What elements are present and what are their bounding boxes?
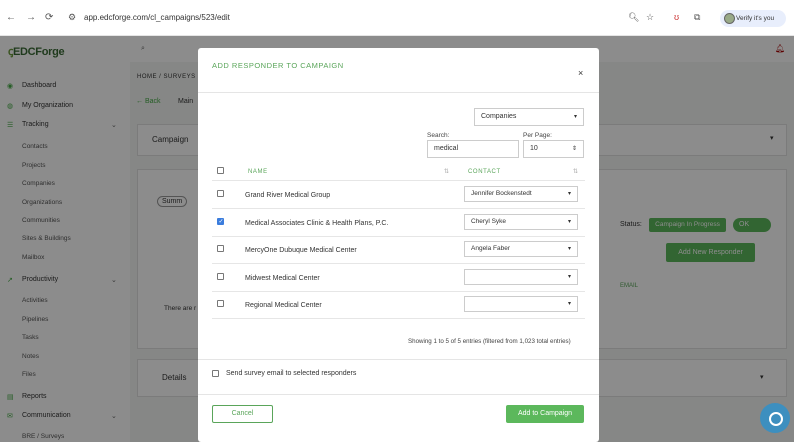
per-page-label: Per Page: [523,132,552,139]
divider [212,263,585,264]
zoom-icon[interactable]: 🔍︎ [628,12,639,23]
add-responder-modal: ADD RESPONDER TO CAMPAIGN × Companies ▾ … [198,48,599,442]
contact-select[interactable]: ▾ [464,296,578,312]
table-info: Showing 1 to 5 of 5 entries (filtered fr… [408,338,571,345]
divider [198,92,599,93]
send-email-label[interactable]: Send survey email to selected responders [226,370,356,377]
back-arrow-icon[interactable]: ← [6,12,16,23]
row-name: Regional Medical Center [245,302,322,309]
modal-title: ADD RESPONDER TO CAMPAIGN [212,61,344,70]
sort-icon[interactable]: ⇅ [573,168,578,175]
profile-avatar [724,13,735,24]
row-checkbox[interactable] [217,245,224,252]
row-name: MercyOne Dubuque Medical Center [245,247,357,254]
url-text: app.edcforge.com/cl_campaigns/523/edit [84,13,230,22]
forward-arrow-icon[interactable]: → [26,12,36,23]
contact-select[interactable]: Angela Faber ▾ [464,241,578,257]
help-chat-icon[interactable] [760,403,790,433]
add-to-campaign-button[interactable]: Add to Campaign [506,405,584,423]
row-checkbox[interactable] [217,190,224,197]
contact-value: Jennifer Bockenstedt [471,190,532,197]
per-page-select[interactable]: 10 ⇕ [523,140,584,158]
row-checkbox[interactable] [217,218,224,225]
search-input[interactable]: medical [427,140,519,158]
caret-down-icon: ▾ [567,274,571,280]
row-name: Grand River Medical Group [245,192,331,199]
up-down-caret-icon: ⇕ [571,146,577,152]
contact-value: Cheryl Syke [471,218,507,225]
reload-icon[interactable]: ⟳ [45,12,53,23]
search-label: Search: [427,132,450,139]
contact-select[interactable]: Cheryl Syke ▾ [464,214,578,230]
caret-down-icon: ▾ [573,114,577,120]
bookmark-star-icon[interactable]: ☆ [646,12,654,23]
caret-down-icon: ▾ [567,301,571,307]
divider [212,236,585,237]
cancel-button[interactable]: Cancel [212,405,273,423]
column-header-name[interactable]: NAME [248,169,268,175]
divider [198,359,599,360]
close-icon[interactable]: × [578,68,583,78]
caret-down-icon: ▾ [567,246,571,252]
site-settings-icon[interactable]: ⚙ [68,12,76,23]
row-checkbox[interactable] [217,300,224,307]
browser-toolbar: ← → ⟳ ⚙ app.edcforge.com/cl_campaigns/52… [0,0,794,36]
divider [212,291,585,292]
per-page-value: 10 [530,145,538,152]
divider [212,208,585,209]
row-name: Medical Associates Clinic & Health Plans… [245,220,389,227]
caret-down-icon: ▾ [567,219,571,225]
column-header-contact[interactable]: CONTACT [468,169,501,175]
contact-select[interactable]: Jennifer Bockenstedt ▾ [464,186,578,202]
profile-label: Verify it's you [736,15,775,22]
responder-type-select[interactable]: Companies ▾ [474,108,584,126]
send-email-checkbox[interactable] [212,370,219,377]
sort-icon[interactable]: ⇅ [444,168,449,175]
responder-type-value: Companies [481,113,517,120]
extension-icon[interactable]: ʊ [674,12,679,22]
row-name: Midwest Medical Center [245,275,320,282]
extensions-puzzle-icon[interactable]: ⧉ [694,12,700,23]
contact-value: Angela Faber [471,245,511,252]
divider [212,180,585,181]
select-all-checkbox[interactable] [217,167,224,174]
profile-button[interactable]: Verify it's you [720,10,786,27]
divider [212,318,585,319]
row-checkbox[interactable] [217,273,224,280]
divider [198,394,599,395]
contact-select[interactable]: ▾ [464,269,578,285]
caret-down-icon: ▾ [567,191,571,197]
